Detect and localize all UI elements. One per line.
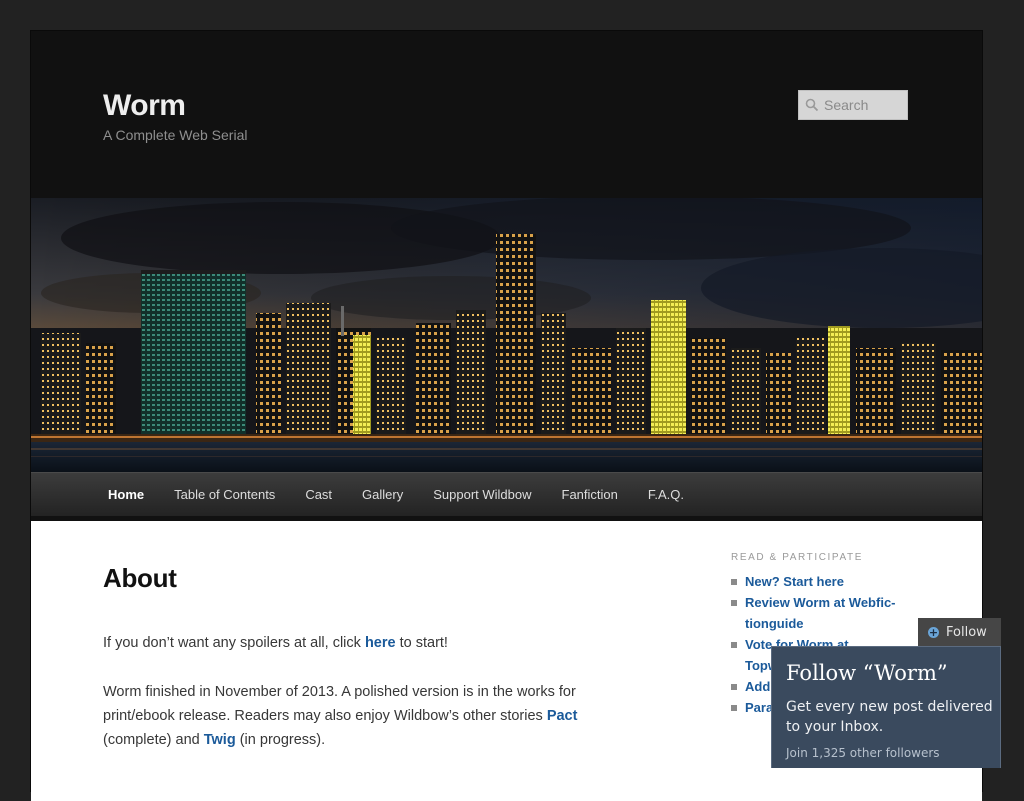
follow-heading: Follow “Worm” bbox=[786, 661, 948, 685]
site-header: Worm A Complete Web Serial bbox=[31, 31, 982, 198]
search-box[interactable] bbox=[798, 90, 908, 120]
site-description: A Complete Web Serial bbox=[103, 127, 248, 143]
status-text-1: Worm finished in November of 2013. A pol… bbox=[103, 684, 576, 724]
nav-item-fanfiction[interactable]: Fanfiction bbox=[547, 487, 633, 502]
plus-icon: + bbox=[928, 625, 939, 639]
sidebar-item: Review Worm at Webfic-tionguide bbox=[731, 592, 906, 634]
nav-item-cast[interactable]: Cast bbox=[290, 487, 347, 502]
sidebar-link-review-webfictionguide[interactable]: Review Worm at Webfic-tionguide bbox=[745, 595, 896, 631]
follow-button-label: Follow bbox=[946, 624, 987, 640]
follow-panel: Follow “Worm” Get every new post deliver… bbox=[771, 646, 1001, 768]
start-here-link[interactable]: here bbox=[365, 635, 396, 651]
banner-image bbox=[31, 198, 982, 472]
status-text-2: (complete) and bbox=[103, 732, 204, 748]
nav-item-gallery[interactable]: Gallery bbox=[347, 487, 418, 502]
follow-button[interactable]: + Follow bbox=[918, 618, 1001, 646]
intro-text-before: If you don’t want any spoilers at all, c… bbox=[103, 635, 365, 651]
status-text-3: (in progress). bbox=[235, 732, 326, 748]
twig-link[interactable]: Twig bbox=[204, 732, 236, 748]
main-navigation: Home Table of Contents Cast Gallery Supp… bbox=[31, 472, 982, 516]
page-title: About bbox=[103, 563, 177, 593]
sidebar-title: READ & PARTICIPATE bbox=[731, 552, 863, 563]
search-icon bbox=[805, 98, 819, 112]
intro-paragraph: If you don’t want any spoilers at all, c… bbox=[103, 631, 603, 655]
nav-item-home[interactable]: Home bbox=[93, 487, 159, 502]
follower-count: Join 1,325 other followers bbox=[786, 746, 940, 760]
nav-item-table-of-contents[interactable]: Table of Contents bbox=[159, 487, 290, 502]
site-title[interactable]: Worm bbox=[103, 89, 186, 123]
sidebar-item: New? Start here bbox=[731, 571, 906, 592]
nav-item-support-wildbow[interactable]: Support Wildbow bbox=[418, 487, 546, 502]
intro-text-after: to start! bbox=[395, 635, 448, 651]
sidebar-link-new-start-here[interactable]: New? Start here bbox=[745, 574, 844, 589]
search-input[interactable] bbox=[824, 97, 904, 113]
pact-link[interactable]: Pact bbox=[547, 708, 578, 724]
status-paragraph: Worm finished in November of 2013. A pol… bbox=[103, 680, 603, 752]
nav-item-faq[interactable]: F.A.Q. bbox=[633, 487, 699, 502]
follow-description: Get every new post delivered to your Inb… bbox=[786, 699, 993, 735]
